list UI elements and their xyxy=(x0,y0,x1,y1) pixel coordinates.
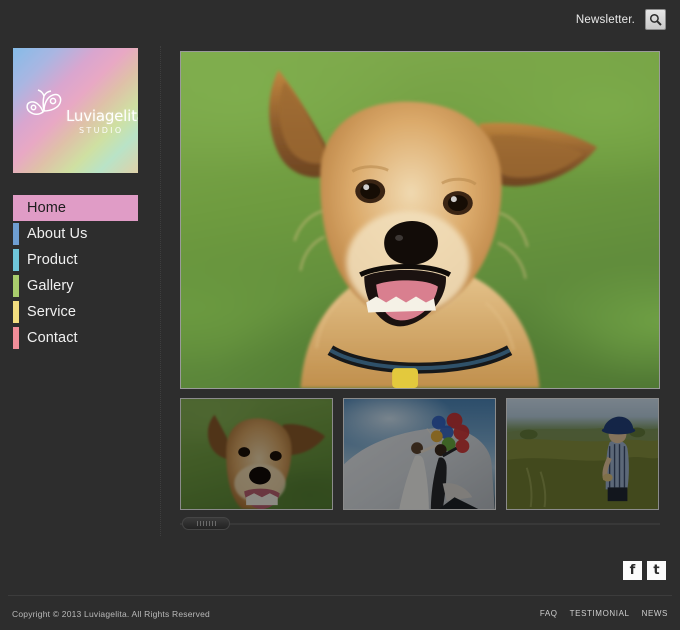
main-content xyxy=(180,51,662,531)
slider-track[interactable] xyxy=(180,523,660,525)
copyright-text: Copyright © 2013 Luviagelita. All Rights… xyxy=(12,609,210,619)
logo-row: Luviagelita xyxy=(23,86,138,124)
thumbnail-3[interactable] xyxy=(506,398,659,510)
sidebar-item-product[interactable]: Product xyxy=(13,247,138,273)
thumb-overlay xyxy=(344,399,495,509)
grip-line xyxy=(199,521,201,526)
nav-color-swatch xyxy=(13,301,19,323)
search-icon xyxy=(649,13,662,26)
logo-content: Luviagelita STUDIO xyxy=(13,48,138,173)
sidebar: Luviagelita STUDIO Home About Us Product Ga… xyxy=(0,45,160,535)
social-links: ft xyxy=(623,561,666,580)
nav-color-swatch xyxy=(13,275,19,297)
logo-subtitle: STUDIO xyxy=(79,126,124,135)
thumbnail-strip xyxy=(180,398,662,510)
thumbnail-2[interactable] xyxy=(343,398,496,510)
newsletter-label[interactable]: Newsletter. xyxy=(576,14,635,26)
page-header: Newsletter. xyxy=(0,0,680,45)
twitter-icon[interactable]: t xyxy=(647,561,666,580)
sidebar-item-home[interactable]: Home xyxy=(13,195,138,221)
slider-handle[interactable] xyxy=(182,517,230,530)
nav-color-swatch xyxy=(13,197,19,219)
thumbnail-1[interactable] xyxy=(180,398,333,510)
sidebar-item-label: Contact xyxy=(27,330,78,346)
sidebar-item-label: Home xyxy=(27,200,67,216)
grip-line xyxy=(214,521,216,526)
search-button[interactable] xyxy=(645,9,666,30)
sidebar-item-label: Service xyxy=(27,304,77,320)
butterfly-icon xyxy=(26,89,62,115)
grip-line xyxy=(196,521,198,526)
grip-line xyxy=(211,521,213,526)
sidebar-item-contact[interactable]: Contact xyxy=(13,325,138,351)
grip-line xyxy=(208,521,210,526)
sidebar-item-gallery[interactable]: Gallery xyxy=(13,273,138,299)
main-navigation: Home About Us Product Gallery Service Contact xyxy=(13,195,138,351)
sidebar-item-about-us[interactable]: About Us xyxy=(13,221,138,247)
logo-wordmark: Luviagelita xyxy=(66,107,138,125)
dog-illustration xyxy=(269,69,598,388)
gallery-slider[interactable] xyxy=(180,517,662,531)
sidebar-item-label: Product xyxy=(27,252,78,268)
thumb-overlay xyxy=(507,399,658,509)
footer-link-testimonial[interactable]: TESTIMONIAL xyxy=(570,609,630,618)
footer-link-news[interactable]: NEWS xyxy=(642,609,668,618)
site-logo[interactable]: Luviagelita STUDIO xyxy=(13,48,138,173)
sidebar-item-service[interactable]: Service xyxy=(13,299,138,325)
grip-line xyxy=(202,521,204,526)
thumb-overlay xyxy=(181,399,332,509)
footer-link-faq[interactable]: FAQ xyxy=(540,609,558,618)
grip-line xyxy=(205,521,207,526)
sidebar-divider xyxy=(160,46,162,536)
facebook-icon[interactable]: f xyxy=(623,561,642,580)
header-actions: Newsletter. xyxy=(576,9,666,30)
nav-color-swatch xyxy=(13,327,19,349)
sidebar-item-label: About Us xyxy=(27,226,88,242)
hero-image[interactable] xyxy=(180,51,660,389)
sidebar-item-label: Gallery xyxy=(27,278,74,294)
nav-color-swatch xyxy=(13,223,19,245)
nav-color-swatch xyxy=(13,249,19,271)
footer-divider xyxy=(8,595,672,596)
footer-links: FAQ TESTIMONIAL NEWS xyxy=(540,609,668,618)
